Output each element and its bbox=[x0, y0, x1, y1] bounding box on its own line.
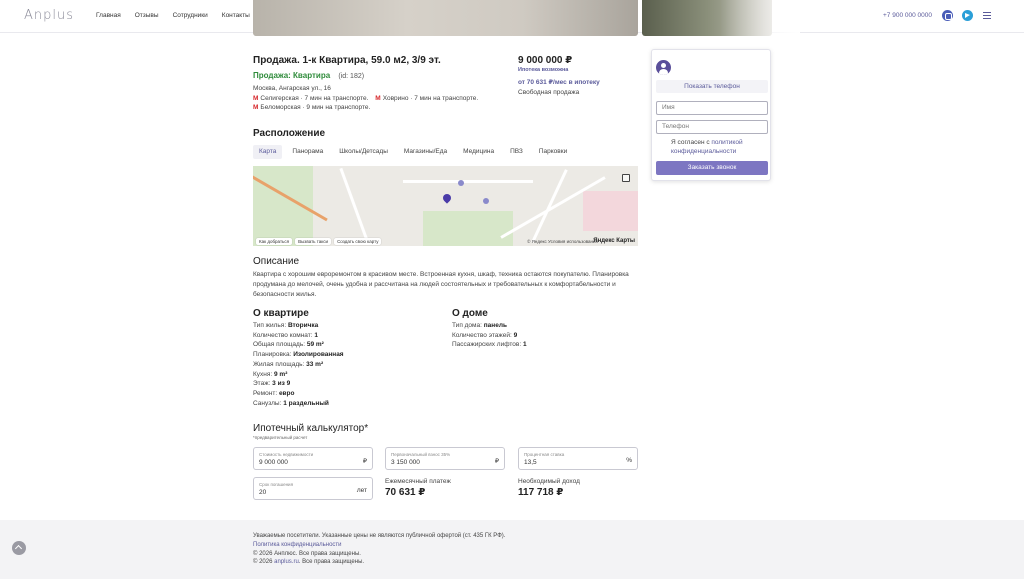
contact-card: Показать телефон Имя Телефон Я согласен … bbox=[651, 49, 771, 181]
map-controls: Как добраться Вызвать такси Создать свою… bbox=[253, 236, 638, 246]
listing-id: (id: 182) bbox=[338, 73, 365, 80]
mortgage-note: Ипотека возможна bbox=[518, 67, 569, 73]
tab-parking[interactable]: Парковки bbox=[533, 145, 573, 159]
down-payment-input[interactable]: 3 150 000 bbox=[391, 459, 420, 466]
property-cost-field[interactable]: Стоимость недвижимости 9 000 000 ₽ bbox=[253, 447, 373, 470]
listing-title: Продажа. 1-к Квартира, 59.0 м2, 3/9 эт. bbox=[253, 55, 441, 66]
map-expand-icon[interactable] bbox=[622, 174, 630, 182]
scroll-up-icon[interactable] bbox=[12, 541, 26, 555]
listing-subtitle: Продажа: Квартира (id: 182) bbox=[253, 71, 364, 80]
metro-line-1: M Селигерская · 7 мин на транспорте. M Хов… bbox=[253, 95, 479, 102]
term-field[interactable]: Срок погашения 20 лет bbox=[253, 477, 373, 500]
listing-type: Продажа: Квартира bbox=[253, 71, 331, 80]
fact-row: Санузлы: 1 раздельный bbox=[253, 399, 329, 407]
map-create-link[interactable]: Создать свою карту bbox=[334, 237, 382, 245]
nav-contacts[interactable]: Контакты bbox=[222, 12, 250, 19]
interest-rate-field[interactable]: Процентная ставка 13,5 % bbox=[518, 447, 638, 470]
location-tabs: Карта Панорама Школы/Детсады Магазины/Ед… bbox=[253, 145, 577, 159]
sale-type: Свободная продажа bbox=[518, 89, 580, 96]
required-income-value: 117 718 ₽ bbox=[518, 487, 564, 498]
footer-site-link[interactable]: anplus.ru bbox=[274, 559, 299, 565]
metro-icon: M bbox=[375, 95, 381, 102]
show-phone-button[interactable]: Показать телефон bbox=[656, 80, 768, 93]
listing-address: Москва, Ангарская ул., 16 bbox=[253, 85, 331, 92]
house-facts: Тип дома: панель Количество этажей: 9 Па… bbox=[452, 321, 527, 350]
header-phone[interactable]: +7 900 000 0000 bbox=[883, 12, 932, 19]
fact-row: Кухня: 9 m² bbox=[253, 370, 288, 378]
footer-copyright-2: © 2026 anplus.ru. Все права защищены. bbox=[253, 559, 365, 565]
apartment-heading: О квартире bbox=[253, 308, 309, 319]
tab-schools[interactable]: Школы/Детсады bbox=[333, 145, 394, 159]
footer-notice: Уважаемые посетители. Указанные цены не … bbox=[253, 533, 506, 539]
map-attribution[interactable]: © Яндекс Условия использования bbox=[527, 239, 598, 244]
nav-staff[interactable]: Сотрудники bbox=[173, 12, 208, 19]
order-call-button[interactable]: Заказать звонок bbox=[656, 161, 768, 175]
calculator-heading: Ипотечный калькулятор* bbox=[253, 423, 369, 434]
interest-rate-input[interactable]: 13,5 bbox=[524, 459, 537, 466]
phone-input[interactable]: Телефон bbox=[656, 120, 768, 134]
description-text: Квартира с хорошим евроремонтом в красив… bbox=[253, 271, 629, 298]
fact-row: Количество комнат: 1 bbox=[253, 331, 318, 339]
description-heading: Описание bbox=[253, 256, 300, 267]
tab-shops[interactable]: Магазины/Еда bbox=[398, 145, 453, 159]
map-road bbox=[403, 180, 533, 183]
map-road bbox=[339, 167, 370, 245]
menu-icon[interactable] bbox=[983, 12, 991, 19]
location-heading: Расположение bbox=[253, 128, 326, 139]
main-nav: Главная Отзывы Сотрудники Контакты bbox=[96, 12, 250, 19]
metro-icon: M bbox=[253, 104, 259, 111]
tab-pickup[interactable]: ПВЗ bbox=[504, 145, 529, 159]
telegram-icon[interactable] bbox=[962, 10, 973, 21]
house-heading: О доме bbox=[452, 308, 488, 319]
vk-icon[interactable] bbox=[942, 10, 953, 21]
calculator-note: *предварительный расчет bbox=[253, 435, 308, 440]
fact-row: Планировка: Изолированная bbox=[253, 351, 344, 359]
fact-row: Этаж: 3 из 9 bbox=[253, 380, 291, 388]
tab-panorama[interactable]: Панорама bbox=[286, 145, 329, 159]
monthly-payment-value: 70 631 ₽ bbox=[385, 487, 426, 498]
down-payment-field[interactable]: Первоначальный взнос 35% 3 150 000 ₽ bbox=[385, 447, 505, 470]
listing-price: 9 000 000 ₽ bbox=[518, 55, 573, 66]
consent-checkbox-label[interactable]: Я согласен с политикой конфиденциальност… bbox=[671, 138, 767, 156]
fact-row: Тип дома: панель bbox=[452, 322, 507, 329]
monthly-payment-label: Ежемесячный платеж bbox=[385, 478, 451, 485]
fact-row: Жилая площадь: 33 m² bbox=[253, 360, 324, 368]
map-poi-icon bbox=[458, 180, 464, 186]
agent-avatar-icon bbox=[656, 60, 671, 75]
required-income-label: Необходимый доход bbox=[518, 478, 580, 485]
map-road bbox=[531, 169, 568, 243]
nav-reviews[interactable]: Отзывы bbox=[135, 12, 159, 19]
fact-row: Ремонт: евро bbox=[253, 389, 295, 397]
tab-map[interactable]: Карта bbox=[253, 145, 283, 159]
map-zone bbox=[583, 191, 638, 231]
logo[interactable]: Anplus bbox=[24, 8, 74, 23]
nav-home[interactable]: Главная bbox=[96, 12, 121, 19]
fact-row: Пассажирских лифтов: 1 bbox=[452, 341, 527, 349]
fact-row: Тип жилья: Вторичка bbox=[253, 322, 319, 329]
footer-privacy-link[interactable]: Политика конфиденциальности bbox=[253, 542, 342, 548]
yandex-map[interactable]: Как добраться Вызвать такси Создать свою… bbox=[253, 166, 638, 246]
map-poi-icon bbox=[483, 198, 489, 204]
map-taxi-button[interactable]: Вызвать такси bbox=[295, 237, 332, 245]
footer-copyright: © 2026 Анплюс. Все права защищены. bbox=[253, 551, 361, 557]
tab-medicine[interactable]: Медицина bbox=[457, 145, 500, 159]
fact-row: Общая площадь: 59 m² bbox=[253, 341, 324, 349]
site-footer: Уважаемые посетители. Указанные цены не … bbox=[0, 520, 1024, 579]
photo-gallery-image[interactable] bbox=[253, 0, 638, 36]
fact-row: Количество этажей: 9 bbox=[452, 331, 518, 339]
metro-line-2: M Беломорская · 9 мин на транспорте. bbox=[253, 104, 371, 111]
metro-icon: M bbox=[253, 95, 259, 102]
term-input[interactable]: 20 bbox=[259, 489, 266, 496]
map-route-button[interactable]: Как добраться bbox=[256, 237, 293, 245]
name-input[interactable]: Имя bbox=[656, 101, 768, 115]
map-pin-icon[interactable] bbox=[441, 192, 453, 204]
map-logo[interactable]: Яндекс Карты bbox=[593, 238, 635, 244]
apartment-facts: Тип жилья: Вторичка Количество комнат: 1… bbox=[253, 321, 344, 408]
property-cost-input[interactable]: 9 000 000 bbox=[259, 459, 288, 466]
gallery-fade bbox=[720, 0, 800, 36]
mortgage-monthly-link[interactable]: от 70 631 ₽/мес в ипотеку bbox=[518, 78, 600, 86]
